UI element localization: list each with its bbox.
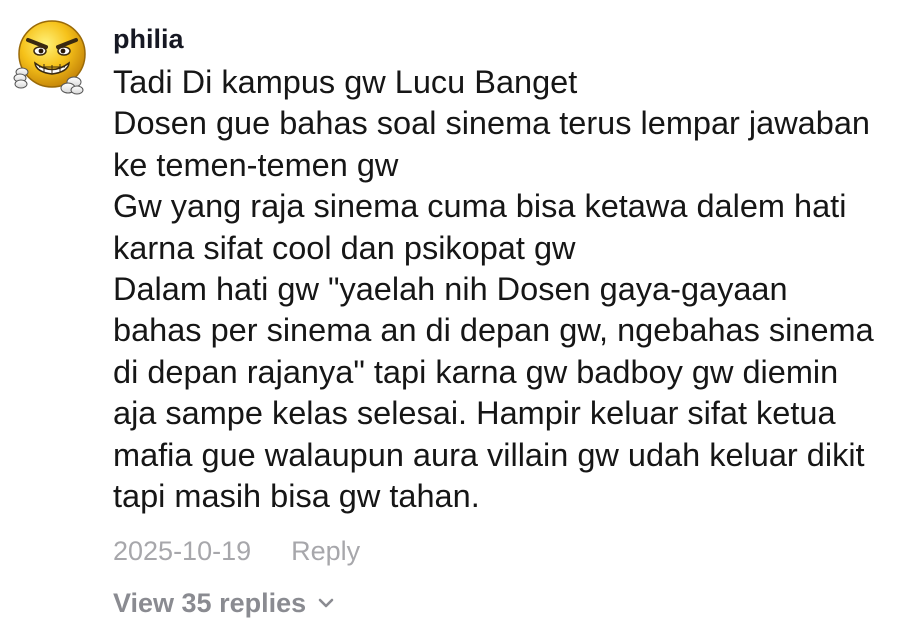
comment-line: tapi masih bisa gw tahan. (113, 478, 480, 515)
view-replies-label: View 35 replies (113, 587, 307, 618)
comment-line: bahas per sinema an di depan gw, ngebaha… (113, 312, 874, 349)
comment-line: Gw yang raja sinema cuma bisa ketawa dal… (113, 188, 847, 225)
avatar[interactable] (10, 14, 94, 96)
comment-body: philia Tadi Di kampus gw Lucu Banget Dos… (113, 22, 893, 517)
comment-item: philia Tadi Di kampus gw Lucu Banget Dos… (0, 0, 908, 638)
chevron-down-icon (316, 593, 336, 613)
comment-line: Dalam hati gw "yaelah nih Dosen gaya-gay… (113, 271, 788, 308)
comment-line: ke temen-temen gw (113, 146, 399, 183)
comment-text: Tadi Di kampus gw Lucu Banget Dosen gue … (113, 62, 893, 517)
reply-button[interactable]: Reply (291, 536, 360, 567)
comment-line: karna sifat cool dan psikopat gw (113, 229, 576, 266)
comment-line: Dosen gue bahas soal sinema terus lempar… (113, 105, 870, 142)
angry-grinning-emoji-icon (13, 20, 86, 95)
comment-meta: 2025-10-19 Reply (113, 532, 360, 570)
username[interactable]: philia (113, 22, 184, 56)
comment-line: mafia gue walaupun aura villain gw udah … (113, 436, 865, 473)
comment-date: 2025-10-19 (113, 535, 252, 566)
comment-line: aja sampe kelas selesai. Hampir keluar s… (113, 395, 836, 432)
comment-line: di depan rajanya" tapi karna gw badboy g… (113, 353, 839, 390)
view-replies-button[interactable]: View 35 replies (113, 584, 336, 622)
comment-line: Tadi Di kampus gw Lucu Banget (113, 64, 578, 100)
